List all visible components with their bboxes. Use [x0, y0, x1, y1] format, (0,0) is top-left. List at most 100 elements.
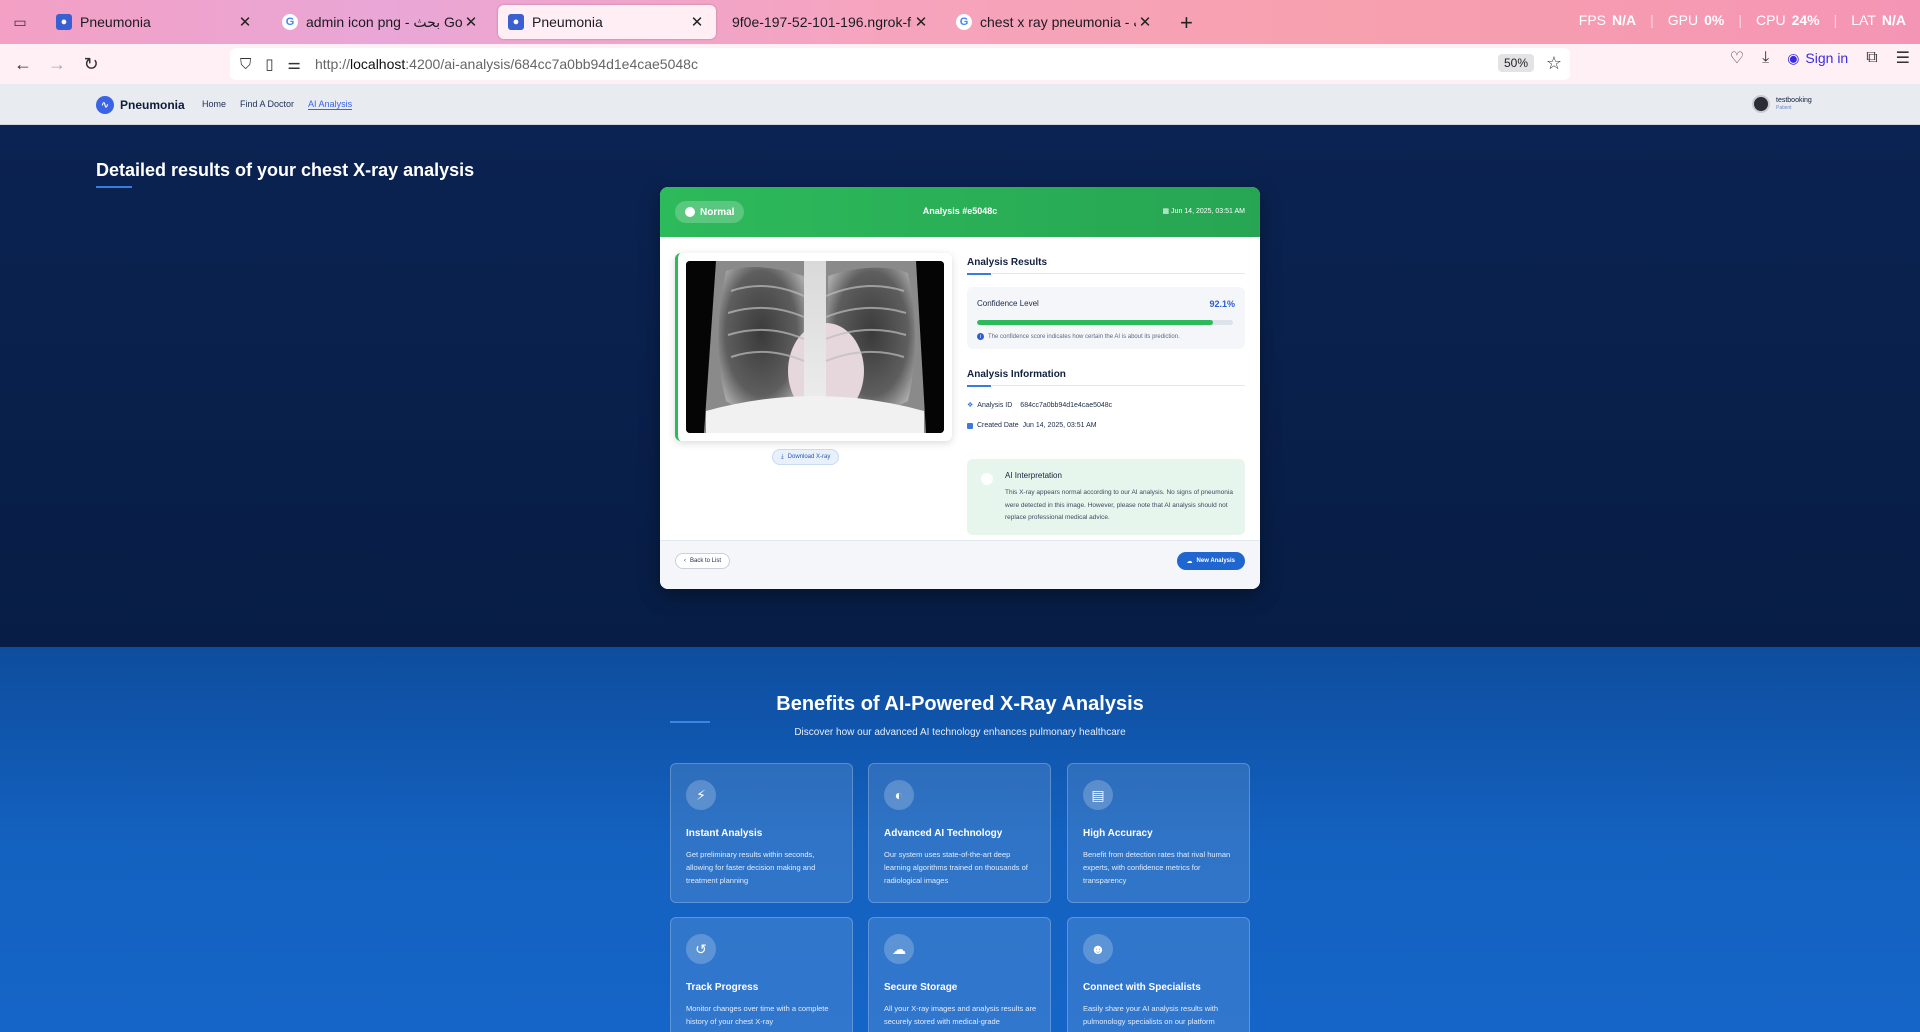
feature-card: ◐ Advanced AI Technology Our system uses…: [868, 763, 1051, 903]
confidence-panel: Confidence Level 92.1% i The confidence …: [967, 287, 1245, 349]
tab-title: Pneumonia: [80, 14, 151, 30]
reload-icon[interactable]: ↻: [74, 49, 108, 79]
confidence-label: Confidence Level: [977, 299, 1039, 308]
feature-title: Instant Analysis: [686, 828, 763, 839]
browser-tab-active[interactable]: ● Pneumonia ✕: [498, 5, 716, 39]
feature-card: ⚡ Instant Analysis Get preliminary resul…: [670, 763, 853, 903]
info-title: Analysis Information: [967, 369, 1066, 380]
benefits-section: Benefits of AI-Powered X-Ray Analysis Di…: [0, 647, 1920, 1032]
close-tab-icon[interactable]: ✕: [236, 13, 254, 31]
browser-toolbar: ← → ↻ ⛉ ▯ ⚌ http://localhost:4200/ai-ana…: [0, 44, 1920, 84]
back-to-list-button[interactable]: ‹ Back to List: [675, 553, 731, 569]
stat-gpu: GPU 0%: [1667, 12, 1725, 28]
brain-icon: ◐: [884, 780, 914, 810]
download-xray-button[interactable]: ⤓ Download X-ray: [772, 449, 840, 465]
feature-title: Secure Storage: [884, 982, 958, 993]
cloud-icon: ☁: [884, 934, 914, 964]
permissions-icon[interactable]: ⚌: [288, 55, 301, 73]
stat-cpu: CPU 24%: [1756, 12, 1820, 28]
fingerprint-icon: ❖: [967, 402, 974, 409]
url-host: localhost: [350, 56, 406, 72]
upload-cloud-icon: ☁: [1186, 558, 1193, 565]
browser-tab[interactable]: ● Pneumonia ✕: [46, 5, 264, 39]
confidence-bar-fill: [977, 320, 1213, 325]
user-doctor-icon: ☻: [1083, 934, 1113, 964]
bookmark-star-icon[interactable]: ☆: [1546, 53, 1562, 74]
close-tab-icon[interactable]: ✕: [912, 13, 930, 31]
pocket-icon[interactable]: ♡: [1730, 48, 1744, 68]
feature-card: ☻ Connect with Specialists Easily share …: [1067, 917, 1250, 1032]
browser-tab[interactable]: G admin icon png - بحث Google ✕: [272, 5, 490, 39]
nav-find-doctor[interactable]: Find A Doctor: [240, 99, 294, 110]
google-favicon-icon: G: [956, 14, 972, 30]
info-icon: i: [977, 333, 984, 340]
results-title: Analysis Results: [967, 257, 1048, 268]
ai-interpretation-panel: AI Interpretation This X-ray appears nor…: [967, 459, 1245, 535]
confidence-note: i The confidence score indicates how cer…: [977, 333, 1180, 340]
new-analysis-button[interactable]: ☁ New Analysis: [1176, 552, 1245, 570]
ai-interpretation-title: AI Interpretation: [1005, 471, 1062, 480]
main-menu: Home Find A Doctor AI Analysis: [202, 99, 353, 110]
analysis-date: ▦ Jun 14, 2025, 03:51 AM: [1162, 208, 1245, 215]
chart-icon: ▤: [1083, 780, 1113, 810]
stat-fps: FPS N/A: [1578, 12, 1637, 28]
confidence-bar: [977, 320, 1233, 325]
feature-text: Benefit from detection rates that rival …: [1083, 850, 1231, 885]
stat-lat: LAT N/A: [1851, 12, 1906, 28]
brand[interactable]: ∿ Pneumonia: [96, 96, 185, 114]
created-date-value: Jun 14, 2025, 03:51 AM: [1022, 422, 1097, 429]
page-icon[interactable]: ▯: [265, 55, 273, 73]
feature-title: Track Progress: [686, 982, 759, 993]
close-tab-icon[interactable]: ✕: [462, 13, 480, 31]
brand-name: Pneumonia: [120, 98, 185, 112]
tab-title: chest x ray pneumonia - بحث Gi: [980, 13, 1136, 30]
browser-tab[interactable]: 9f0e-197-52-101-196.ngrok-free.ap ✕: [722, 5, 940, 39]
browser-tab-bar: ▭ ● Pneumonia ✕ G admin icon png - بحث G…: [0, 0, 1920, 44]
browser-tab[interactable]: G chest x ray pneumonia - بحث Gi ✕: [946, 5, 1164, 39]
nav-ai-analysis[interactable]: AI Analysis: [308, 99, 353, 110]
analysis-id-row: ❖ Analysis ID 684cc7a0bb94d1e4cae5048c: [967, 401, 1113, 410]
feature-card: ↺ Track Progress Monitor changes over ti…: [670, 917, 853, 1032]
page-title: Detailed results of your chest X-ray ana…: [96, 160, 475, 180]
pulse-logo-icon: ∿: [96, 96, 114, 114]
feature-title: Advanced AI Technology: [884, 828, 1003, 839]
sign-in-button[interactable]: ◉ Sign in: [1787, 50, 1848, 67]
extensions-icon[interactable]: ⧉: [1866, 49, 1877, 67]
back-arrow-icon[interactable]: ←: [6, 49, 40, 79]
address-bar[interactable]: ⛉ ▯ ⚌ http://localhost:4200/ai-analysis/…: [230, 48, 1570, 80]
user-menu[interactable]: testbooking Patient: [1752, 95, 1812, 113]
download-icon[interactable]: ⤓: [1762, 49, 1769, 67]
menu-icon[interactable]: ☰: [1896, 48, 1910, 68]
feature-title: High Accuracy: [1083, 828, 1153, 839]
benefits-subtitle: Discover how our advanced AI technology …: [794, 727, 1126, 738]
robot-icon: [981, 473, 993, 485]
confidence-value: 92.1%: [1209, 299, 1235, 309]
analysis-card: Normal Analysis #e5048c ▦ Jun 14, 2025, …: [660, 187, 1260, 589]
tab-list-icon[interactable]: ▭: [10, 12, 30, 32]
feature-text: Monitor changes over time with a complet…: [686, 1004, 829, 1026]
benefits-underline: [670, 721, 710, 723]
close-tab-icon[interactable]: ✕: [1136, 13, 1154, 31]
xray-frame: [675, 253, 952, 441]
url-path: :4200/ai-analysis/684cc7a0bb94d1e4cae504…: [405, 56, 698, 72]
analysis-id-value: 684cc7a0bb94d1e4cae5048c: [1020, 401, 1113, 409]
tab-title: 9f0e-197-52-101-196.ngrok-free.ap: [732, 14, 912, 30]
new-tab-icon[interactable]: +: [1180, 10, 1193, 36]
calendar-icon: ▦: [1162, 208, 1170, 215]
download-icon: ⤓: [781, 453, 784, 460]
close-tab-icon[interactable]: ✕: [688, 13, 706, 31]
forward-arrow-icon[interactable]: →: [40, 49, 74, 79]
card-header: Normal Analysis #e5048c ▦ Jun 14, 2025, …: [660, 187, 1260, 237]
nav-home[interactable]: Home: [202, 99, 226, 110]
calendar-icon: [967, 422, 973, 429]
zoom-level[interactable]: 50%: [1497, 54, 1534, 72]
toolbar-right: ♡ ⤓ ◉ Sign in ⧉ ☰: [1730, 48, 1910, 68]
chest-xray-image: [686, 261, 944, 433]
url-prefix: http://: [314, 56, 351, 72]
feature-title: Connect with Specialists: [1083, 982, 1201, 993]
user-name: testbooking: [1776, 97, 1812, 104]
app-navbar: ∿ Pneumonia Home Find A Doctor AI Analys…: [0, 84, 1920, 125]
feature-text: All your X-ray images and analysis resul…: [884, 1004, 1037, 1026]
shield-icon[interactable]: ⛉: [240, 56, 251, 73]
results-section: Detailed results of your chest X-ray ana…: [0, 125, 1920, 647]
